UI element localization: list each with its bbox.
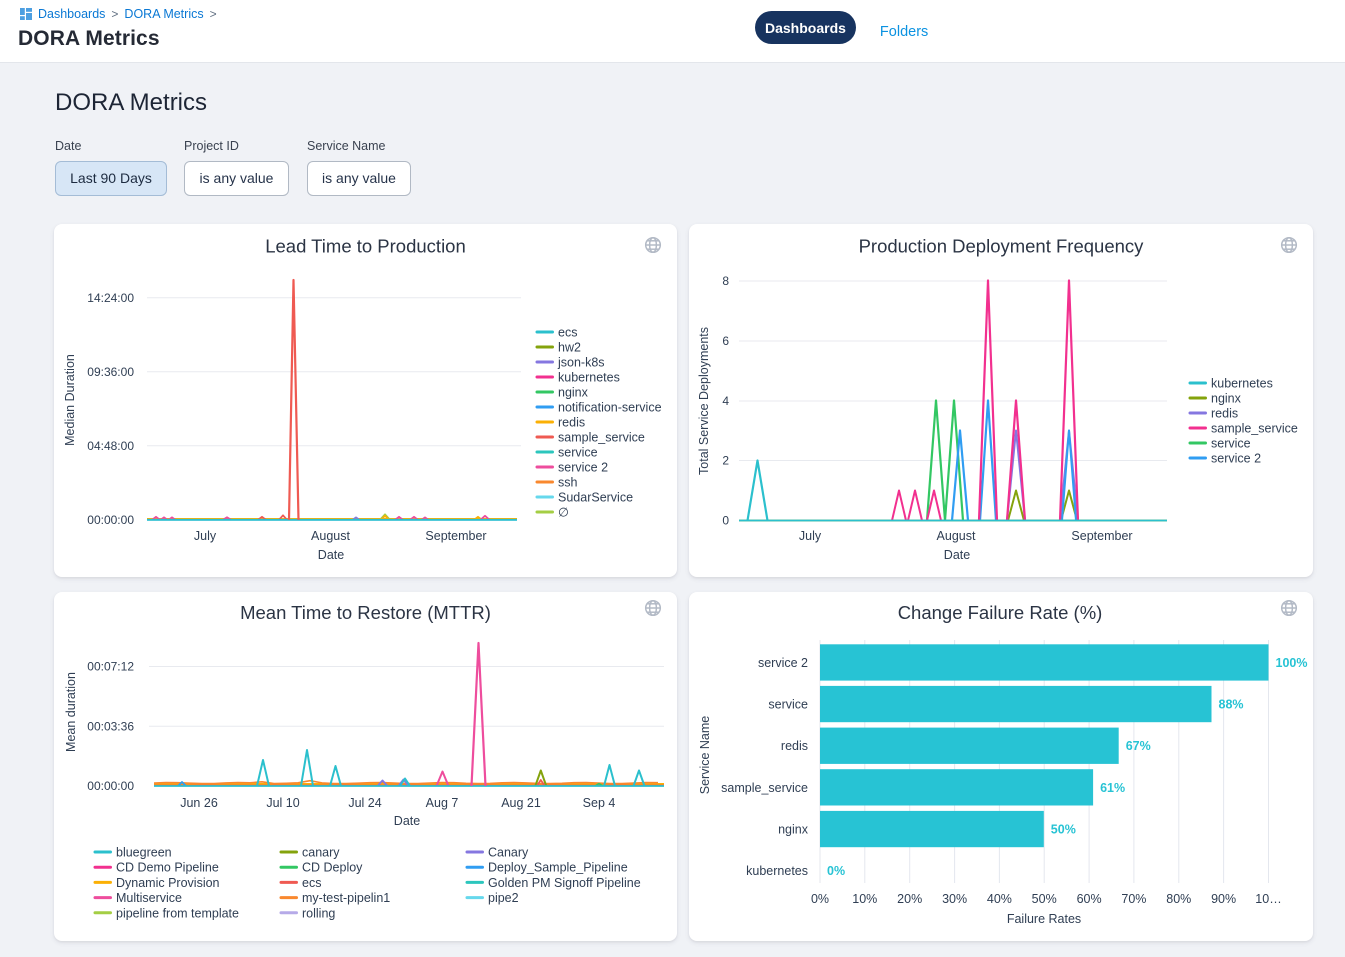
svg-text:redis: redis	[558, 416, 585, 430]
svg-text:6: 6	[722, 334, 729, 348]
svg-text:40%: 40%	[987, 892, 1012, 906]
svg-text:service 2: service 2	[558, 461, 608, 475]
svg-text:my-test-pipelin1: my-test-pipelin1	[302, 891, 390, 905]
svg-text:0%: 0%	[811, 892, 829, 906]
svg-text:service 2: service 2	[1211, 452, 1261, 466]
svg-text:nginx: nginx	[778, 823, 809, 837]
svg-text:Date: Date	[944, 548, 970, 562]
svg-text:notification-service: notification-service	[558, 401, 662, 415]
svg-text:Canary: Canary	[488, 846, 529, 860]
svg-text:rolling: rolling	[302, 906, 335, 920]
svg-text:Failure Rates: Failure Rates	[1007, 912, 1081, 926]
svg-text:sample_service: sample_service	[1211, 422, 1298, 436]
svg-text:67%: 67%	[1126, 739, 1151, 753]
svg-text:0: 0	[722, 514, 729, 528]
svg-text:10…: 10…	[1255, 892, 1281, 906]
svg-text:100%: 100%	[1276, 656, 1308, 670]
svg-text:August: August	[311, 529, 350, 543]
svg-text:Mean duration: Mean duration	[64, 672, 78, 752]
svg-text:14:24:00: 14:24:00	[87, 291, 134, 305]
svg-text:50%: 50%	[1051, 823, 1076, 837]
svg-text:service: service	[768, 698, 808, 712]
svg-text:SudarService: SudarService	[558, 491, 633, 505]
svg-text:Golden PM Signoff Pipeline: Golden PM Signoff Pipeline	[488, 876, 641, 890]
svg-text:Mean Time to Restore (MTTR): Mean Time to Restore (MTTR)	[240, 602, 491, 623]
svg-text:CD Demo Pipeline: CD Demo Pipeline	[116, 861, 219, 875]
svg-text:August: August	[937, 529, 976, 543]
svg-text:00:03:36: 00:03:36	[87, 719, 134, 733]
svg-text:pipeline from template: pipeline from template	[116, 906, 239, 920]
svg-text:00:00:00: 00:00:00	[87, 513, 134, 527]
svg-text:61%: 61%	[1100, 781, 1125, 795]
svg-text:Jul 24: Jul 24	[348, 796, 381, 810]
svg-text:Total Service Deployments: Total Service Deployments	[697, 327, 711, 475]
svg-text:60%: 60%	[1077, 892, 1102, 906]
svg-text:Median Duration: Median Duration	[63, 354, 77, 446]
svg-text:88%: 88%	[1219, 698, 1244, 712]
svg-text:20%: 20%	[897, 892, 922, 906]
svg-text:service 2: service 2	[758, 656, 808, 670]
svg-text:Aug 7: Aug 7	[426, 796, 459, 810]
svg-text:Multiservice: Multiservice	[116, 891, 182, 905]
svg-text:4: 4	[722, 394, 729, 408]
svg-text:Deploy_Sample_Pipeline: Deploy_Sample_Pipeline	[488, 861, 628, 875]
svg-text:July: July	[799, 529, 822, 543]
svg-text:redis: redis	[781, 739, 808, 753]
svg-text:Date: Date	[394, 814, 420, 828]
svg-text:09:36:00: 09:36:00	[87, 365, 134, 379]
svg-text:service: service	[1211, 437, 1251, 451]
svg-text:September: September	[1071, 529, 1132, 543]
svg-text:Sep 4: Sep 4	[583, 796, 616, 810]
svg-text:bluegreen: bluegreen	[116, 846, 172, 860]
svg-text:service: service	[558, 446, 598, 460]
svg-text:Lead Time to Production: Lead Time to Production	[265, 236, 466, 257]
svg-text:July: July	[194, 529, 217, 543]
svg-text:kubernetes: kubernetes	[558, 371, 620, 385]
svg-text:90%: 90%	[1211, 892, 1236, 906]
svg-text:04:48:00: 04:48:00	[87, 439, 134, 453]
svg-text:nginx: nginx	[1211, 392, 1242, 406]
svg-text:ecs: ecs	[558, 326, 577, 340]
svg-text:canary: canary	[302, 846, 340, 860]
svg-text:8: 8	[722, 274, 729, 288]
svg-text:80%: 80%	[1166, 892, 1191, 906]
svg-text:ecs: ecs	[302, 876, 321, 890]
svg-text:kubernetes: kubernetes	[1211, 377, 1273, 391]
svg-text:September: September	[425, 529, 486, 543]
svg-text:Service Name: Service Name	[698, 716, 712, 795]
svg-text:0%: 0%	[827, 864, 845, 878]
svg-text:00:07:12: 00:07:12	[87, 660, 134, 674]
svg-text:Dynamic Provision: Dynamic Provision	[116, 876, 220, 890]
svg-text:∅: ∅	[558, 506, 569, 520]
svg-text:sample_service: sample_service	[721, 781, 808, 795]
svg-text:Change Failure Rate (%): Change Failure Rate (%)	[898, 602, 1103, 623]
svg-text:Aug 21: Aug 21	[501, 796, 541, 810]
svg-text:nginx: nginx	[558, 386, 589, 400]
svg-text:50%: 50%	[1032, 892, 1057, 906]
svg-text:pipe2: pipe2	[488, 891, 519, 905]
svg-text:ssh: ssh	[558, 476, 578, 490]
svg-text:sample_service: sample_service	[558, 431, 645, 445]
svg-text:redis: redis	[1211, 407, 1238, 421]
svg-text:Date: Date	[318, 548, 344, 562]
svg-text:30%: 30%	[942, 892, 967, 906]
svg-text:kubernetes: kubernetes	[746, 864, 808, 878]
svg-text:hw2: hw2	[558, 341, 581, 355]
svg-text:2: 2	[722, 454, 729, 468]
svg-text:70%: 70%	[1121, 892, 1146, 906]
svg-text:Jul 10: Jul 10	[266, 796, 299, 810]
svg-text:00:00:00: 00:00:00	[87, 779, 134, 793]
svg-text:10%: 10%	[852, 892, 877, 906]
svg-text:CD Deploy: CD Deploy	[302, 861, 363, 875]
svg-text:Jun 26: Jun 26	[180, 796, 218, 810]
svg-text:Production Deployment Frequenc: Production Deployment Frequency	[859, 236, 1145, 257]
svg-text:json-k8s: json-k8s	[557, 356, 605, 370]
